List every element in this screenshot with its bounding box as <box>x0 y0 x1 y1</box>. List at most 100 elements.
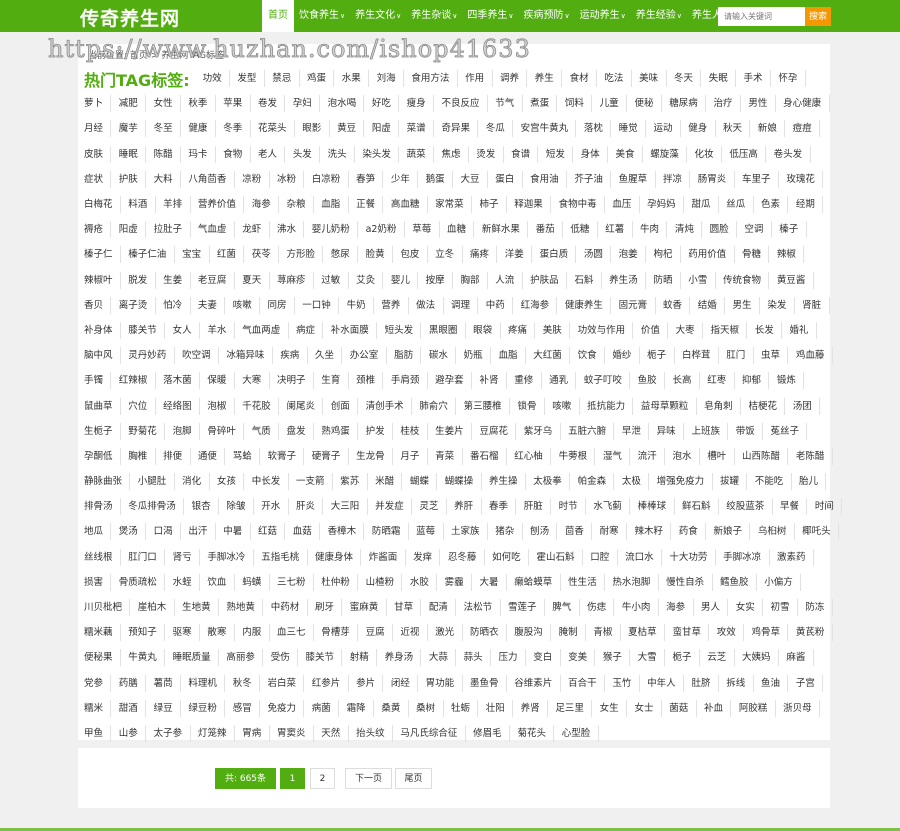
tag-link[interactable]: 黄豆酱 <box>769 271 814 289</box>
tag-link[interactable]: 中药材 <box>263 599 308 617</box>
tag-link[interactable]: 灯笼辣 <box>191 724 235 742</box>
tag-link[interactable]: 做法 <box>409 296 444 314</box>
tag-link[interactable]: 健康养生 <box>557 296 612 314</box>
tag-link[interactable]: 化妆 <box>687 145 722 163</box>
tag-link[interactable]: 血三七 <box>270 624 314 642</box>
tag-link[interactable]: 山楂粉 <box>358 573 403 591</box>
tag-link[interactable]: 胃窦炎 <box>270 724 314 742</box>
tag-link[interactable]: 养身汤 <box>377 649 422 667</box>
tag-link[interactable]: 茴香 <box>557 523 593 541</box>
tag-link[interactable]: 除皱 <box>219 498 254 516</box>
tag-link[interactable]: 女人 <box>165 321 200 339</box>
tag-link[interactable]: 天然 <box>314 724 349 742</box>
tag-link[interactable]: 气血两虚 <box>235 321 289 339</box>
tag-link[interactable]: 药膳 <box>111 674 147 692</box>
tag-link[interactable]: 大蒜 <box>421 649 457 667</box>
tag-link[interactable]: 中暑 <box>216 523 251 541</box>
tag-link[interactable]: 眼袋 <box>466 321 501 339</box>
tag-link[interactable]: 大枣 <box>668 321 704 339</box>
tag-link[interactable]: 苹果 <box>216 95 251 113</box>
tag-link[interactable]: 绞股蓝茶 <box>719 498 773 516</box>
next-page-button[interactable]: 下一页 <box>345 768 392 789</box>
tag-link[interactable]: 白凉粉 <box>304 170 349 188</box>
tag-link[interactable]: 牛蒡根 <box>551 447 596 465</box>
tag-link[interactable]: 米醋 <box>368 473 403 491</box>
tag-link[interactable]: 重修 <box>507 372 542 390</box>
tag-link[interactable]: 肾脏 <box>795 296 830 314</box>
tag-link[interactable]: 固元膏 <box>611 296 656 314</box>
tag-link[interactable]: 咳嗽 <box>225 296 261 314</box>
tag-link[interactable]: 地瓜 <box>84 523 112 541</box>
nav-item-4[interactable]: 四季养生∨ <box>462 0 518 32</box>
tag-link[interactable]: 骨碎叶 <box>200 422 245 440</box>
tag-link[interactable]: 泡脚 <box>165 422 200 440</box>
tag-link[interactable]: 方形脸 <box>279 246 324 264</box>
tag-link[interactable]: 鸡骨草 <box>744 624 789 642</box>
tag-link[interactable]: 损害 <box>84 573 112 591</box>
tag-link[interactable]: 白梅花 <box>84 196 121 214</box>
tag-link[interactable]: 女士 <box>627 699 662 717</box>
tag-link[interactable]: 骨质疏松 <box>111 573 166 591</box>
tag-link[interactable]: 瘦身 <box>399 95 435 113</box>
tag-link[interactable]: 壮阳 <box>478 699 514 717</box>
tag-link[interactable]: 护肤 <box>111 170 147 188</box>
tag-link[interactable]: 生姜片 <box>428 422 473 440</box>
tag-link[interactable]: 男生 <box>725 296 760 314</box>
tag-link[interactable]: 汤圆 <box>576 246 612 264</box>
tag-link[interactable]: 膝关节 <box>298 649 343 667</box>
tag-link[interactable]: 低压高 <box>722 145 767 163</box>
tag-link[interactable]: 蝴蝶 <box>402 473 438 491</box>
tag-link[interactable]: 骨槽芽 <box>314 624 359 642</box>
tag-link[interactable]: 红辣椒 <box>111 372 156 390</box>
tag-link[interactable]: 大三阳 <box>323 498 368 516</box>
tag-link[interactable]: 药食 <box>671 523 707 541</box>
tag-link[interactable]: 川贝枇杷 <box>84 599 131 617</box>
tag-link[interactable]: 运动 <box>646 120 681 138</box>
tag-link[interactable]: 大红菌 <box>526 347 571 365</box>
tag-link[interactable]: 静脉曲张 <box>84 473 131 491</box>
tag-link[interactable]: 蛋白质 <box>532 246 577 264</box>
tag-link[interactable]: 桂枝 <box>393 422 428 440</box>
tag-link[interactable]: 健康身体 <box>308 548 362 566</box>
tag-link[interactable]: 泡水 <box>665 447 700 465</box>
nav-item-0[interactable]: 首页 <box>262 0 294 32</box>
tag-link[interactable]: 女实 <box>728 599 764 617</box>
tag-link[interactable]: 蓝莓 <box>409 523 444 541</box>
tag-link[interactable]: 拌凉 <box>656 170 691 188</box>
tag-link[interactable]: 作用 <box>458 70 493 88</box>
tag-link[interactable]: 食物中毒 <box>551 196 605 214</box>
search-button[interactable]: 搜索 <box>805 7 831 26</box>
tag-link[interactable]: 山西陈醋 <box>735 447 789 465</box>
tag-link[interactable]: 家常菜 <box>428 196 473 214</box>
tag-link[interactable]: 红枣 <box>700 372 735 390</box>
tag-link[interactable]: 孕妇 <box>285 95 321 113</box>
tag-link[interactable]: 蔬菜 <box>399 145 435 163</box>
tag-link[interactable]: 食材 <box>562 70 597 88</box>
tag-link[interactable]: 补水面膜 <box>323 321 378 339</box>
tag-link[interactable]: 龙虾 <box>235 221 270 239</box>
tag-link[interactable]: 男人 <box>694 599 729 617</box>
tag-link[interactable]: 不能吃 <box>747 473 792 491</box>
tag-link[interactable]: 栀子 <box>640 347 675 365</box>
tag-link[interactable]: 早泄 <box>614 422 650 440</box>
tag-link[interactable]: 散寒 <box>200 624 235 642</box>
tag-link[interactable]: 魔芋 <box>111 120 147 138</box>
search-input[interactable] <box>718 7 805 26</box>
tag-link[interactable]: 营养 <box>374 296 409 314</box>
tag-link[interactable]: 紫牙乌 <box>516 422 561 440</box>
tag-link[interactable]: 圆脸 <box>702 221 738 239</box>
tag-link[interactable]: 异味 <box>649 422 685 440</box>
tag-link[interactable]: 阿胶糕 <box>731 699 776 717</box>
tag-link[interactable]: 睡觉 <box>611 120 647 138</box>
tag-link[interactable]: 黄豆 <box>330 120 365 138</box>
tag-link[interactable]: 高丽参 <box>219 649 264 667</box>
tag-link[interactable]: 带饭 <box>728 422 764 440</box>
tag-link[interactable]: 健身 <box>681 120 716 138</box>
tag-link[interactable]: 手脚冰凉 <box>716 548 770 566</box>
tag-link[interactable]: 增强免疫力 <box>649 473 713 491</box>
tag-link[interactable]: 上班族 <box>684 422 729 440</box>
tag-link[interactable]: 长发 <box>747 321 783 339</box>
tag-link[interactable]: 婴儿 <box>383 271 419 289</box>
tag-link[interactable]: 秋季 <box>181 95 216 113</box>
tag-link[interactable]: 红薯 <box>598 221 633 239</box>
